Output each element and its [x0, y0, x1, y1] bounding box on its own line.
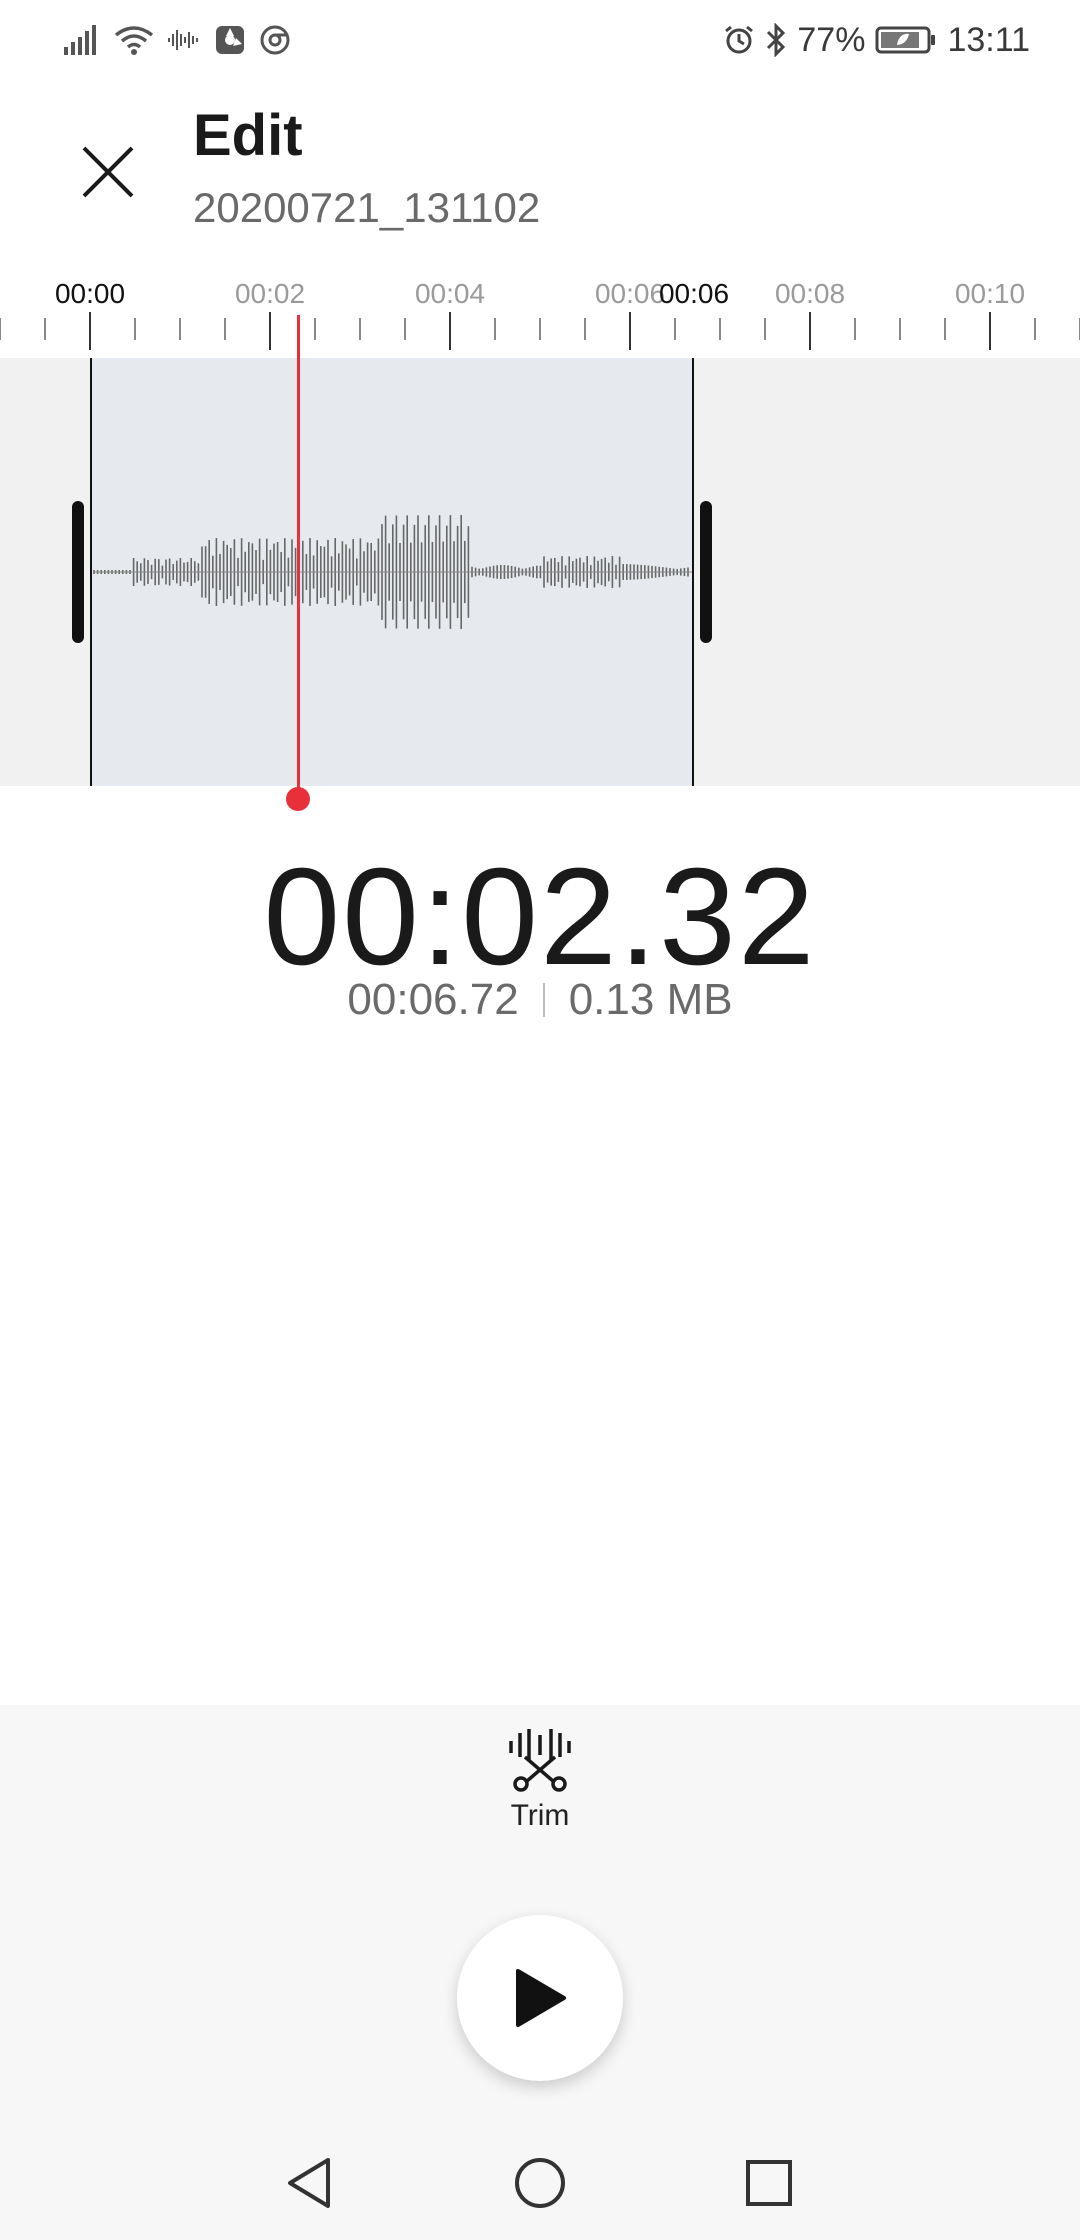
play-icon — [516, 1969, 566, 2027]
status-right-icons: 77% 13:11 — [723, 20, 1030, 60]
trim-button[interactable]: Trim — [480, 1727, 600, 1857]
wifi-icon — [114, 25, 154, 55]
fan-icon — [214, 24, 246, 56]
tick-label: 00:04 — [414, 278, 486, 309]
timeline-ruler[interactable]: 00:00 00:02 00:04 00:06 00:06 00:08 00:1… — [0, 270, 1080, 350]
signal-icon — [64, 25, 100, 55]
close-button[interactable] — [66, 130, 150, 214]
battery-icon — [875, 25, 937, 55]
home-circle-icon — [515, 2158, 565, 2208]
tick-label: 00:02 — [234, 278, 306, 309]
audio-wave-icon — [168, 28, 200, 52]
trim-start-handle[interactable] — [72, 501, 84, 643]
back-triangle-icon — [288, 2158, 330, 2208]
chrome-icon — [260, 25, 290, 55]
waveform — [93, 515, 692, 629]
recording-filename: 20200721_131102 — [193, 184, 541, 231]
page-title: Edit — [193, 103, 303, 168]
playhead-handle[interactable] — [286, 787, 310, 811]
tick-label: 00:06 — [658, 278, 730, 309]
trim-end-handle[interactable] — [700, 501, 712, 643]
status-left-icons — [64, 20, 290, 60]
system-nav-bar — [0, 2128, 1080, 2240]
battery-percent: 77% — [797, 20, 866, 59]
trim-icon — [509, 1729, 571, 1792]
ruler-ticks — [0, 312, 1080, 350]
file-size: 0.13 MB — [568, 975, 733, 1024]
tick-label: 00:00 — [54, 278, 126, 309]
bluetooth-icon — [765, 23, 787, 57]
status-bar: 77% 13:11 — [0, 0, 1080, 80]
header: Edit 20200721_131102 — [0, 80, 1080, 260]
nav-recents-button[interactable] — [734, 2148, 804, 2218]
tick-label: 00:10 — [954, 278, 1026, 309]
meta-divider — [542, 983, 545, 1017]
playhead-line[interactable] — [297, 315, 300, 795]
play-button[interactable] — [457, 1915, 623, 2081]
tick-label: 00:08 — [774, 278, 846, 309]
alarm-icon — [723, 24, 755, 56]
nav-home-button[interactable] — [505, 2148, 575, 2218]
current-time: 00:02.32 — [263, 840, 817, 994]
waveform-track[interactable] — [0, 358, 1080, 786]
nav-back-button[interactable] — [274, 2148, 344, 2218]
duration: 00:06.72 — [347, 975, 519, 1024]
recording-meta: 00:06.72 0.13 MB — [0, 975, 1080, 1025]
recents-square-icon — [746, 2160, 792, 2206]
clock-time: 13:11 — [947, 20, 1030, 59]
tick-label: 00:06 — [594, 278, 666, 309]
trim-label: Trim — [510, 1799, 570, 1832]
close-icon — [82, 146, 134, 198]
